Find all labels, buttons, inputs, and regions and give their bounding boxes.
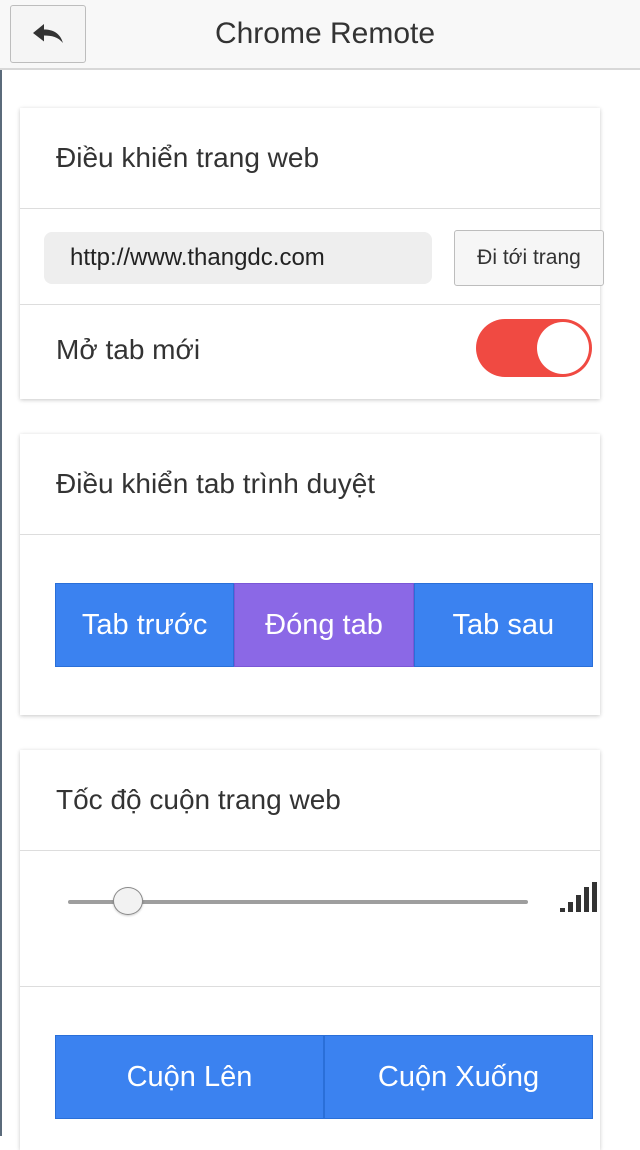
- next-tab-button[interactable]: Tab sau: [413, 583, 593, 667]
- scroll-speed-title: Tốc độ cuộn trang web: [56, 784, 341, 815]
- window-edge: [0, 70, 2, 1136]
- divider: [20, 304, 600, 305]
- app-header: Chrome Remote: [0, 0, 640, 70]
- divider: [20, 208, 600, 209]
- scroll-control-card: Tốc độ cuộn trang web Cuộn Lên Cuộn Xuốn…: [20, 750, 600, 1150]
- toggle-knob: [537, 322, 589, 374]
- previous-tab-button[interactable]: Tab trước: [55, 583, 235, 667]
- scroll-speed-slider[interactable]: [68, 882, 528, 922]
- scroll-button-group: Cuộn Lên Cuộn Xuống: [55, 1035, 593, 1119]
- web-control-title: Điều khiển trang web: [56, 142, 320, 173]
- new-tab-toggle[interactable]: [476, 319, 592, 377]
- slider-thumb[interactable]: [113, 887, 143, 915]
- go-to-page-button[interactable]: Đi tới trang: [454, 230, 604, 286]
- back-arrow-icon: [33, 24, 63, 43]
- app-title: Chrome Remote: [214, 17, 436, 50]
- close-tab-button[interactable]: Đóng tab: [234, 583, 414, 667]
- tab-control-card: Điều khiển tab trình duyệt Tab trước Đón…: [20, 434, 600, 715]
- divider: [20, 534, 600, 535]
- new-tab-label: Mở tab mới: [56, 334, 201, 365]
- divider: [20, 986, 600, 987]
- scroll-down-button[interactable]: Cuộn Xuống: [324, 1035, 593, 1119]
- web-control-card: Điều khiển trang web Đi tới trang Mở tab…: [20, 108, 604, 399]
- divider: [20, 850, 600, 851]
- tab-control-title: Điều khiển tab trình duyệt: [56, 468, 376, 499]
- signal-strength-icon: [560, 882, 597, 912]
- tab-button-group: Tab trước Đóng tab Tab sau: [55, 583, 593, 667]
- back-button[interactable]: [10, 5, 86, 63]
- scroll-up-button[interactable]: Cuộn Lên: [55, 1035, 324, 1119]
- url-input[interactable]: [44, 232, 432, 284]
